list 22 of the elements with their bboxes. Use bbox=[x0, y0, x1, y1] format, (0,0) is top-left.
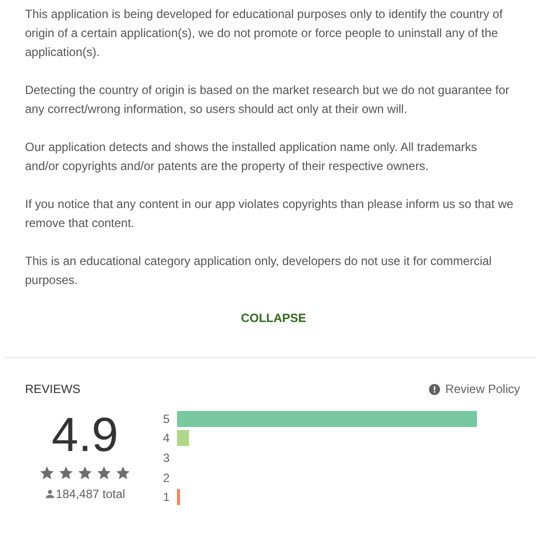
description-paragraph: Detecting the country of origin is based on the market research but we do not guarantee for any correct/wrong information, so users should act only at their own will. bbox=[25, 82, 510, 118]
description-paragraph: If you notice that any content in our app violates copyrights than please inform us so that we remove that content. bbox=[25, 196, 514, 232]
star-icon bbox=[77, 465, 93, 481]
star-icon bbox=[96, 465, 112, 481]
person-icon bbox=[44, 489, 55, 499]
description-paragraph: This is an educational category application only, developers do not use it for commercial purposes. bbox=[25, 253, 493, 289]
rating-score: 4.9 bbox=[52, 411, 118, 461]
star-icon bbox=[39, 465, 55, 481]
star-icon bbox=[115, 465, 131, 481]
collapse-button[interactable]: COLLAPSE bbox=[236, 309, 310, 327]
info-icon bbox=[429, 384, 440, 394]
reviews-heading: REVIEWS bbox=[25, 382, 80, 396]
review-policy-link[interactable]: Review Policy bbox=[429, 382, 520, 396]
star-level-label: 3 bbox=[163, 450, 171, 465]
star-level-label: 4 bbox=[163, 431, 171, 446]
review-count: 184,487 total bbox=[56, 487, 126, 501]
star-level-label: 5 bbox=[163, 412, 171, 426]
description-paragraph: Our application detects and shows the installed application name only. All trademarks and/or copyrights and/or patents are the property of their respective owners. bbox=[25, 139, 478, 175]
star-icon bbox=[58, 465, 74, 481]
description-paragraph: This application is being developed for educational purposes only to identify the country of origin of a certain application(s), we do not promote or force people to uninstall any of the application(s). bbox=[25, 6, 504, 61]
star-level-label: 2 bbox=[163, 470, 171, 485]
star-level-label: 1 bbox=[163, 490, 171, 504]
